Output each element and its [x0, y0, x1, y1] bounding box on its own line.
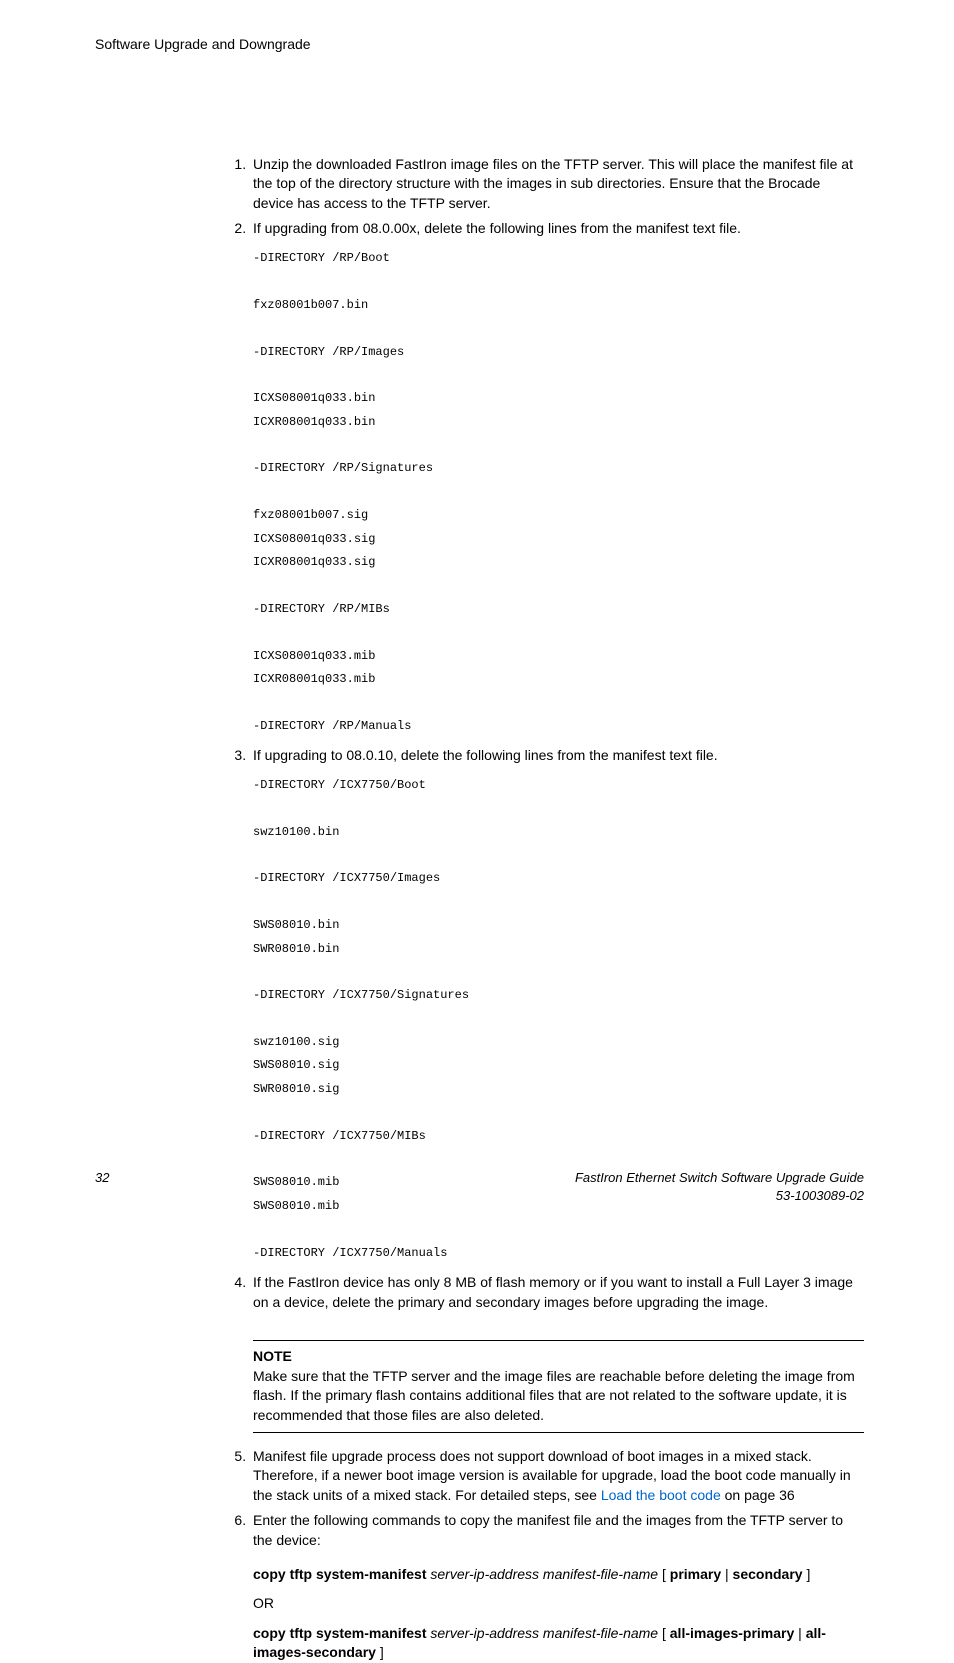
step-6: Enter the following commands to copy the…	[250, 1511, 864, 1663]
cmd1-rb: ]	[803, 1566, 811, 1582]
cmd1-a: copy tftp system-manifest	[253, 1566, 426, 1582]
note-label: NOTE	[253, 1347, 864, 1367]
step-2-text: If upgrading from 08.0.00x, delete the f…	[253, 220, 741, 236]
page-header-title: Software Upgrade and Downgrade	[95, 35, 864, 55]
page-number: 32	[95, 1169, 109, 1187]
cmd2-rb: ]	[376, 1644, 384, 1660]
cmd2-lb: [	[662, 1625, 670, 1641]
command-syntax-2: copy tftp system-manifest server-ip-addr…	[253, 1624, 864, 1663]
note-rule-bottom	[253, 1432, 864, 1433]
cmd2-b: server-ip-address manifest-file-name	[426, 1625, 662, 1641]
note-block: NOTE Make sure that the TFTP server and …	[253, 1340, 864, 1432]
doc-title: FastIron Ethernet Switch Software Upgrad…	[575, 1170, 864, 1185]
cmd1-lb: [	[662, 1566, 670, 1582]
cmd1-d: secondary	[733, 1566, 803, 1582]
cmd1-b: server-ip-address manifest-file-name	[426, 1566, 662, 1582]
step-3-text: If upgrading to 08.0.10, delete the foll…	[253, 747, 718, 763]
document-page: Software Upgrade and Downgrade Unzip the…	[0, 0, 954, 1235]
load-boot-code-link[interactable]: Load the boot code	[601, 1487, 721, 1503]
step-4: If the FastIron device has only 8 MB of …	[250, 1273, 864, 1433]
step-1-text: Unzip the downloaded FastIron image file…	[253, 156, 853, 211]
command-syntax-1: copy tftp system-manifest server-ip-addr…	[253, 1565, 864, 1585]
or-text: OR	[253, 1594, 864, 1614]
step-5: Manifest file upgrade process does not s…	[250, 1447, 864, 1506]
cmd2-c: all-images-primary	[670, 1625, 795, 1641]
note-body: Make sure that the TFTP server and the i…	[253, 1367, 864, 1426]
page-footer: 32 FastIron Ethernet Switch Software Upg…	[95, 1169, 864, 1205]
doc-number: 53-1003089-02	[776, 1188, 864, 1203]
step-2-code: -DIRECTORY /RP/Boot fxz08001b007.bin -DI…	[253, 247, 864, 738]
note-rule-top	[253, 1340, 864, 1341]
page-content: Unzip the downloaded FastIron image file…	[225, 155, 864, 1663]
step-6-text: Enter the following commands to copy the…	[253, 1512, 843, 1548]
step-5-text-b: on page 36	[721, 1487, 795, 1503]
step-4-text: If the FastIron device has only 8 MB of …	[253, 1274, 853, 1310]
cmd2-pipe: |	[794, 1625, 805, 1641]
doc-info: FastIron Ethernet Switch Software Upgrad…	[575, 1169, 864, 1205]
step-1: Unzip the downloaded FastIron image file…	[250, 155, 864, 214]
cmd1-c: primary	[670, 1566, 721, 1582]
cmd1-pipe: |	[721, 1566, 732, 1582]
step-2: If upgrading from 08.0.00x, delete the f…	[250, 219, 864, 738]
cmd2-a: copy tftp system-manifest	[253, 1625, 426, 1641]
